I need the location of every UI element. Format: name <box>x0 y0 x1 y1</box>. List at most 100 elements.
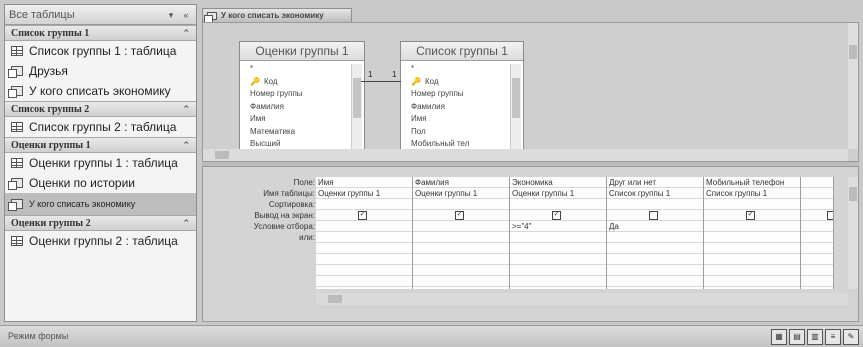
grid-cell-empty[interactable] <box>704 254 800 265</box>
grid-cell-show[interactable]: ✓ <box>510 210 606 221</box>
table-box-title[interactable]: Список группы 1 <box>401 42 523 61</box>
grid-cell-empty[interactable] <box>801 199 833 210</box>
nav-pane-header[interactable]: Все таблицы ▾ « <box>5 5 196 25</box>
table-field[interactable]: Пол <box>411 126 523 139</box>
dropdown-arrow-icon[interactable]: ▾ <box>165 9 177 21</box>
grid-cell-field[interactable]: Мобильный телефон <box>704 177 800 188</box>
pivot-table-view-icon[interactable]: ▤ <box>789 329 805 345</box>
grid-cell-empty[interactable] <box>607 243 703 254</box>
table-field[interactable]: Имя <box>411 113 523 126</box>
grid-cell-table[interactable]: Список группы 1 <box>607 188 703 199</box>
design-vertical-scrollbar[interactable] <box>848 23 858 149</box>
grid-cell-sort[interactable] <box>316 199 412 210</box>
relationship-line[interactable] <box>361 81 401 82</box>
collapse-chevron-icon[interactable]: ⌃ <box>182 104 190 115</box>
nav-item[interactable]: У кого списать экономику <box>5 81 196 101</box>
grid-cell-field[interactable]: Экономика <box>510 177 606 188</box>
grid-cell-or[interactable] <box>316 232 412 243</box>
grid-cell-sort[interactable] <box>607 199 703 210</box>
grid-cell-show[interactable]: ✓ <box>704 210 800 221</box>
grid-cell-criteria[interactable]: Да <box>607 221 703 232</box>
design-view-icon[interactable]: ✎ <box>843 329 859 345</box>
grid-cell-or[interactable] <box>704 232 800 243</box>
show-checkbox[interactable]: ✓ <box>455 211 464 220</box>
grid-cell-criteria[interactable] <box>413 221 509 232</box>
grid-cell-empty[interactable] <box>801 177 833 188</box>
grid-cell-empty[interactable] <box>607 265 703 276</box>
table-field[interactable]: * <box>250 63 364 76</box>
nav-item[interactable]: Оценки по истории <box>5 173 196 193</box>
grid-cell-show[interactable]: ✓ <box>316 210 412 221</box>
grid-cell-sort[interactable] <box>704 199 800 210</box>
table-field[interactable]: Математика <box>250 126 364 139</box>
grid-cell-table[interactable]: Список группы 1 <box>704 188 800 199</box>
table-box-scrollbar[interactable] <box>351 64 362 156</box>
table-field[interactable]: Номер группы <box>250 88 364 101</box>
grid-cell-show[interactable]: ✓ <box>413 210 509 221</box>
table-field[interactable]: Фамилия <box>411 101 523 114</box>
grid-cell-empty[interactable] <box>510 243 606 254</box>
collapse-chevron-icon[interactable]: ⌃ <box>182 140 190 151</box>
grid-cell-empty[interactable] <box>801 243 833 254</box>
grid-vertical-scrollbar[interactable] <box>848 177 858 289</box>
grid-cell-field[interactable]: Имя <box>316 177 412 188</box>
grid-cell-empty[interactable] <box>413 265 509 276</box>
grid-cell-empty[interactable] <box>316 276 412 287</box>
show-checkbox[interactable]: ✓ <box>358 211 367 220</box>
show-checkbox[interactable] <box>827 211 833 220</box>
table-box-grades-group-1[interactable]: Оценки группы 1 * 🔑 Код Номер группы Фамилия… <box>239 41 365 161</box>
collapse-chevron-icon[interactable]: ⌃ <box>182 218 190 229</box>
show-checkbox[interactable] <box>649 211 658 220</box>
grid-cell-empty[interactable] <box>413 276 509 287</box>
grid-cell-sort[interactable] <box>510 199 606 210</box>
grid-cell-empty[interactable] <box>316 254 412 265</box>
nav-item[interactable]: Друзья <box>5 61 196 81</box>
sql-view-icon[interactable]: ≡ <box>825 329 841 345</box>
grid-cell-empty[interactable] <box>704 243 800 254</box>
table-box-scrollbar[interactable] <box>510 64 521 156</box>
grid-horizontal-scrollbar[interactable] <box>316 293 848 305</box>
grid-cell-empty[interactable] <box>607 254 703 265</box>
grid-cell-table[interactable]: Оценки группы 1 <box>316 188 412 199</box>
nav-item[interactable]: Список группы 2 : таблица <box>5 117 196 137</box>
datasheet-view-icon[interactable]: ▦ <box>771 329 787 345</box>
grid-cell-empty[interactable] <box>801 265 833 276</box>
grid-cell-criteria[interactable]: >="4" <box>510 221 606 232</box>
grid-cell-empty[interactable] <box>607 276 703 287</box>
design-horizontal-scrollbar[interactable] <box>203 149 848 161</box>
nav-item[interactable]: Список группы 1 : таблица <box>5 41 196 61</box>
grid-cell-empty[interactable] <box>316 243 412 254</box>
nav-group-header[interactable]: Оценки группы 2 ⌃ <box>5 215 196 231</box>
grid-cell-empty[interactable] <box>510 265 606 276</box>
grid-cell-empty[interactable] <box>801 210 833 221</box>
grid-cell-empty[interactable] <box>413 243 509 254</box>
table-field[interactable]: Номер группы <box>411 88 523 101</box>
table-field[interactable]: 🔑 Код <box>411 76 523 89</box>
show-checkbox[interactable]: ✓ <box>746 211 755 220</box>
table-field[interactable]: Имя <box>250 113 364 126</box>
table-box-title[interactable]: Оценки группы 1 <box>240 42 364 61</box>
nav-group-header[interactable]: Список группы 1 ⌃ <box>5 25 196 41</box>
nav-group-header[interactable]: Оценки группы 1 ⌃ <box>5 137 196 153</box>
grid-cell-table[interactable]: Оценки группы 1 <box>413 188 509 199</box>
grid-cell-empty[interactable] <box>704 276 800 287</box>
table-field[interactable]: * <box>411 63 523 76</box>
nav-item[interactable]: Оценки группы 1 : таблица <box>5 153 196 173</box>
grid-cell-show[interactable] <box>607 210 703 221</box>
grid-cell-table[interactable]: Оценки группы 1 <box>510 188 606 199</box>
grid-cell-empty[interactable] <box>510 254 606 265</box>
grid-cell-empty[interactable] <box>704 265 800 276</box>
grid-cell-empty[interactable] <box>510 276 606 287</box>
pivot-chart-view-icon[interactable]: ▥ <box>807 329 823 345</box>
grid-cell-empty[interactable] <box>801 254 833 265</box>
grid-cell-criteria[interactable] <box>316 221 412 232</box>
shutter-close-icon[interactable]: « <box>180 9 192 21</box>
show-checkbox[interactable]: ✓ <box>552 211 561 220</box>
table-box-list-group-1[interactable]: Список группы 1 * 🔑 Код Номер группы Фамилия… <box>400 41 524 161</box>
tab-query[interactable]: У кого списать экономику <box>202 8 352 24</box>
grid-cell-sort[interactable] <box>413 199 509 210</box>
grid-cell-empty[interactable] <box>801 276 833 287</box>
grid-cell-empty[interactable] <box>801 221 833 232</box>
collapse-chevron-icon[interactable]: ⌃ <box>182 28 190 39</box>
nav-item[interactable]: У кого списать экономику <box>5 193 196 215</box>
